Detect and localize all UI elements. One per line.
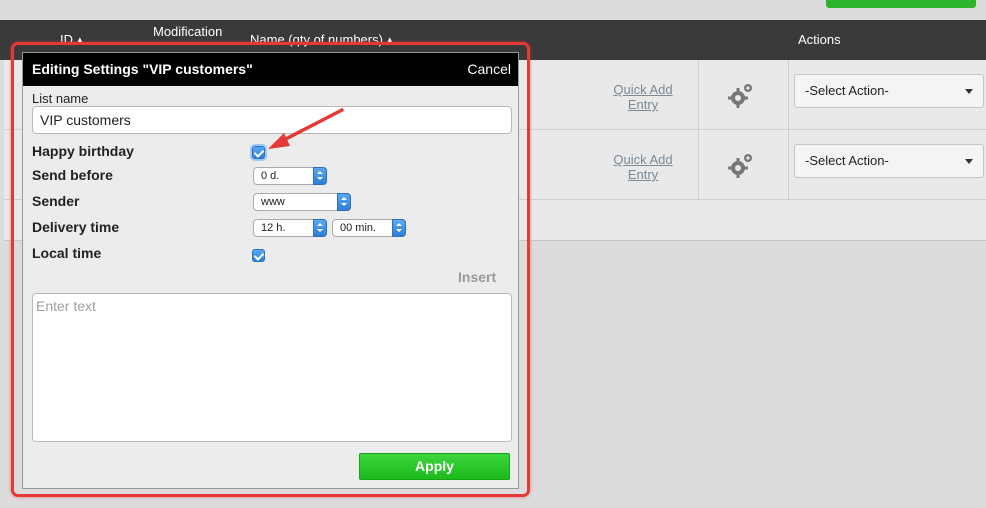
list-name-label: List name [32,91,89,106]
send-before-select[interactable]: 0 d. [253,167,327,185]
sender-select[interactable]: www [253,193,351,211]
cancel-button[interactable]: Cancel [467,61,511,77]
column-header-actions: Actions [798,32,841,47]
stepper-icon [392,219,406,237]
add-list-button[interactable] [826,0,976,8]
delivery-hours-select[interactable]: 12 h. [253,219,327,237]
stepper-icon [313,167,327,185]
dialog-title: Editing Settings "VIP customers" [32,61,253,77]
chevron-down-icon [965,159,973,164]
message-placeholder: Enter text [36,298,96,314]
send-before-label: Send before [32,167,113,183]
local-time-label: Local time [32,245,102,261]
select-action-value: -Select Action- [805,153,889,168]
arrow-annotation-icon [268,108,344,149]
happy-birthday-label: Happy birthday [32,143,134,159]
quick-add-entry-link[interactable]: Quick Add Entry [610,152,676,182]
gear-icon[interactable] [726,80,756,110]
insert-link[interactable]: Insert [458,269,496,285]
delivery-time-label: Delivery time [32,219,120,235]
sender-value: www [261,196,285,208]
quick-add-entry-link[interactable]: Quick Add Entry [610,82,676,112]
select-action-dropdown[interactable]: -Select Action- [794,74,984,108]
sender-label: Sender [32,193,80,209]
dialog-header: Editing Settings "VIP customers" Cancel [23,53,518,86]
gear-icon[interactable] [726,150,756,180]
column-header-modification[interactable]: Modification [153,25,222,39]
chevron-down-icon [965,89,973,94]
stepper-icon [337,193,351,211]
select-action-value: -Select Action- [805,83,889,98]
message-textarea[interactable]: Enter text [32,293,512,442]
stepper-icon [313,219,327,237]
send-before-value: 0 d. [261,170,280,182]
local-time-checkbox[interactable] [252,249,265,262]
apply-button[interactable]: Apply [359,453,510,480]
delivery-minutes-select[interactable]: 00 min. [332,219,406,237]
select-action-dropdown[interactable]: -Select Action- [794,144,984,178]
delivery-hours-value: 12 h. [261,222,286,234]
delivery-minutes-value: 00 min. [340,222,377,234]
